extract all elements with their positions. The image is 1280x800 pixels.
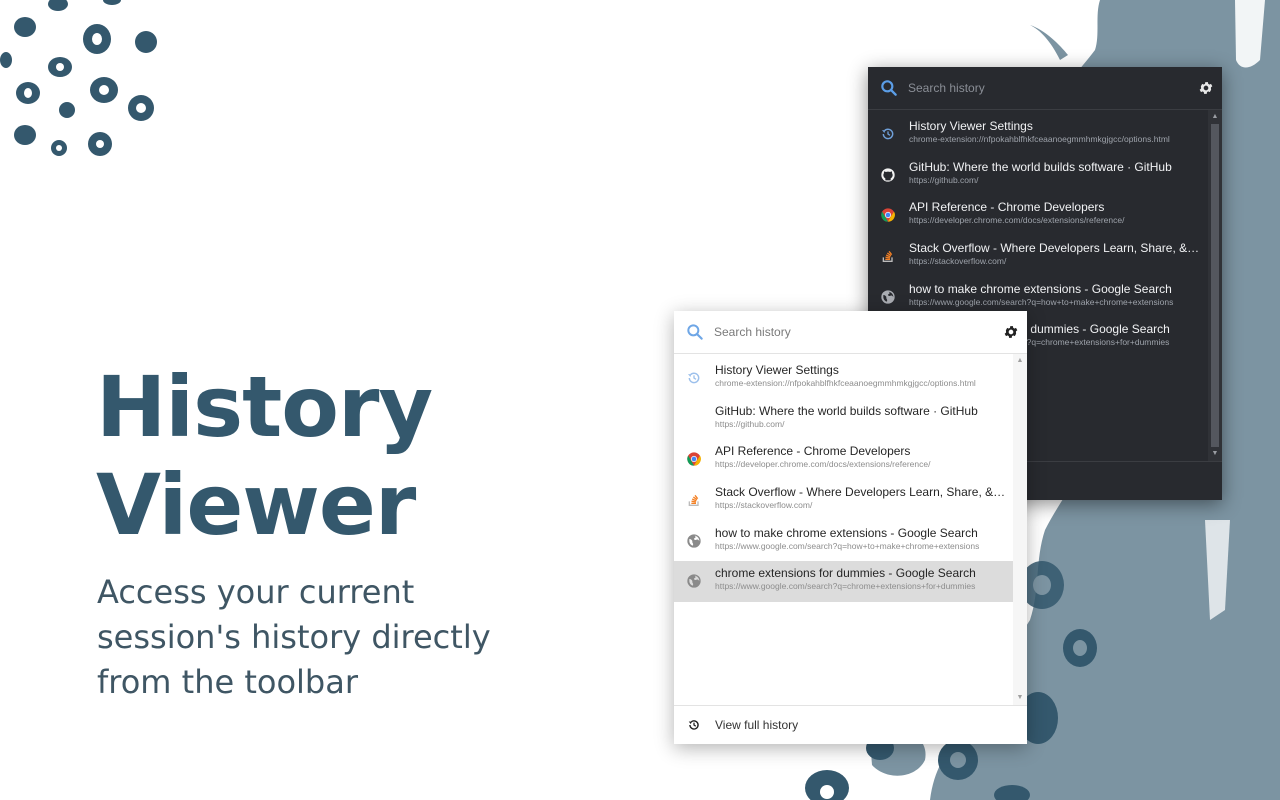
scroll-down-arrow-icon[interactable]: ▼ bbox=[1208, 448, 1222, 460]
history-list: History Viewer Settings chrome-extension… bbox=[674, 358, 1013, 603]
history-item-url: https://github.com/ bbox=[715, 418, 785, 429]
gear-icon[interactable] bbox=[1003, 324, 1019, 340]
history-list-container: History Viewer Settings chrome-extension… bbox=[674, 354, 1027, 705]
github-icon bbox=[881, 168, 895, 182]
history-item-url: https://stackoverflow.com/ bbox=[909, 256, 1007, 267]
history-item[interactable]: History Viewer Settings chrome-extension… bbox=[674, 358, 1013, 399]
history-item[interactable]: API Reference - Chrome Developers https:… bbox=[868, 195, 1208, 236]
view-full-history-label: View full history bbox=[715, 718, 799, 732]
history-item[interactable]: GitHub: Where the world builds software … bbox=[868, 155, 1208, 196]
history-item-url: chrome-extension://nfpokahblfhkfceaanoeg… bbox=[715, 378, 976, 388]
search-input[interactable] bbox=[908, 77, 1178, 99]
history-item[interactable]: GitHub: Where the world builds software … bbox=[674, 399, 1013, 440]
history-item-title: how to make chrome extensions - Google S… bbox=[715, 525, 978, 540]
history-icon bbox=[882, 128, 894, 140]
scroll-down-arrow-icon[interactable]: ▼ bbox=[1013, 692, 1027, 704]
gear-icon[interactable] bbox=[1198, 80, 1214, 96]
globe-icon bbox=[687, 574, 701, 589]
history-item-url: https://stackoverflow.com/ bbox=[715, 500, 813, 511]
history-item-url: https://github.com/ bbox=[909, 174, 979, 185]
scroll-up-arrow-icon[interactable]: ▲ bbox=[1208, 111, 1222, 123]
history-item-title: GitHub: Where the world builds software … bbox=[715, 403, 978, 418]
chrome-icon bbox=[687, 452, 701, 467]
history-item-title: API Reference - Chrome Developers bbox=[715, 444, 911, 459]
stackoverflow-icon bbox=[882, 250, 893, 263]
history-item-url: https://www.google.com/search?q=how+to+m… bbox=[715, 540, 980, 551]
tagline-line3: from the toolbar bbox=[97, 663, 358, 701]
history-item-title: Stack Overflow - Where Developers Learn,… bbox=[715, 485, 1007, 500]
history-icon bbox=[688, 372, 700, 384]
search-icon bbox=[687, 324, 703, 340]
history-item-title: how to make chrome extensions - Google S… bbox=[909, 281, 1172, 296]
history-item-url: chrome-extension://nfpokahblfhkfceaanoeg… bbox=[909, 134, 1170, 144]
promo-tagline: Access your current session's history di… bbox=[97, 570, 557, 705]
history-item[interactable]: API Reference - Chrome Developers https:… bbox=[674, 439, 1013, 480]
search-bar bbox=[868, 67, 1222, 110]
history-item-title: GitHub: Where the world builds software … bbox=[909, 159, 1172, 174]
globe-icon bbox=[687, 534, 701, 548]
history-item-url: https://www.google.com/search?q=how+to+m… bbox=[909, 296, 1174, 307]
light-popup: History Viewer Settings chrome-extension… bbox=[674, 311, 1027, 744]
history-item[interactable]: Stack Overflow - Where Developers Learn,… bbox=[868, 236, 1208, 277]
history-item-title: Stack Overflow - Where Developers Learn,… bbox=[909, 241, 1202, 256]
view-full-history-button[interactable]: View full history bbox=[674, 705, 1027, 744]
scrollbar[interactable]: ▲ ▼ bbox=[1208, 110, 1222, 461]
tagline-line1: Access your current bbox=[97, 573, 415, 611]
history-item-url: https://www.google.com/search?q=chrome+e… bbox=[715, 581, 976, 592]
promo-title-line1: History bbox=[96, 358, 433, 456]
search-input[interactable] bbox=[714, 321, 984, 343]
promo-title-line2: Viewer bbox=[96, 456, 416, 554]
history-item[interactable]: History Viewer Settings chrome-extension… bbox=[868, 114, 1208, 155]
history-item-title: API Reference - Chrome Developers bbox=[909, 200, 1105, 215]
history-item-title: chrome extensions for dummies - Google S… bbox=[715, 566, 976, 581]
scrollbar-thumb[interactable] bbox=[1211, 124, 1219, 447]
search-icon bbox=[881, 80, 897, 96]
history-item-selected[interactable]: chrome extensions for dummies - Google S… bbox=[674, 561, 1013, 603]
history-item-url: https://developer.chrome.com/docs/extens… bbox=[909, 215, 1125, 226]
history-item[interactable]: how to make chrome extensions - Google S… bbox=[674, 521, 1013, 562]
scrollbar[interactable]: ▲ ▼ bbox=[1013, 354, 1027, 705]
stackoverflow-icon bbox=[688, 494, 699, 507]
search-bar bbox=[674, 311, 1027, 354]
history-item-title: History Viewer Settings bbox=[909, 119, 1033, 133]
history-item[interactable]: Stack Overflow - Where Developers Learn,… bbox=[674, 480, 1013, 521]
history-item-url: https://developer.chrome.com/docs/extens… bbox=[715, 459, 931, 470]
tagline-line2: session's history directly bbox=[97, 618, 491, 656]
history-item-title: History Viewer Settings bbox=[715, 363, 839, 377]
globe-icon bbox=[881, 290, 895, 304]
history-icon bbox=[688, 720, 699, 730]
promo-title: History Viewer bbox=[96, 358, 433, 554]
scroll-up-arrow-icon[interactable]: ▲ bbox=[1013, 355, 1027, 367]
github-icon bbox=[687, 412, 701, 426]
chrome-icon bbox=[881, 208, 895, 223]
